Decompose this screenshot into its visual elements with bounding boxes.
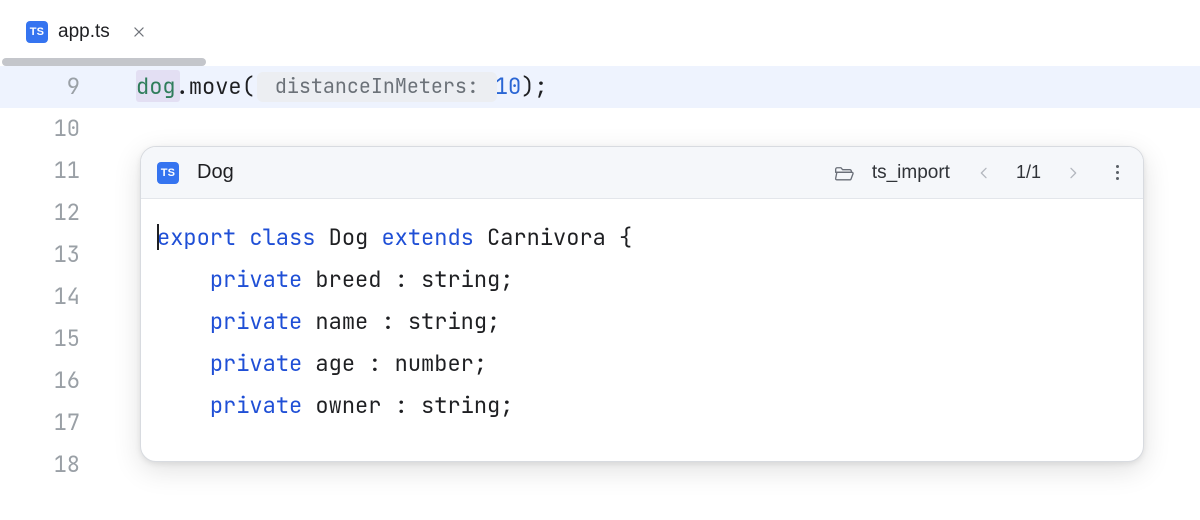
line-number[interactable]: 10 (0, 108, 116, 150)
inlay-hint: distanceInMeters: (257, 72, 497, 102)
line-number[interactable]: 17 (0, 402, 116, 444)
definition-line[interactable]: private breed : string; (157, 259, 1143, 301)
definition-line[interactable]: export class Dog extends Carnivora { (157, 217, 1143, 259)
method-name: move (189, 72, 242, 101)
line-number[interactable]: 16 (0, 360, 116, 402)
tab-bar: app.ts (0, 0, 1200, 58)
definition-line[interactable]: private owner : string; (157, 385, 1143, 427)
popup-title: Dog (197, 161, 234, 184)
definition-counter: 1/1 (1016, 162, 1041, 183)
editor-row[interactable]: 9dog.move( distanceInMeters: 10); (0, 66, 1200, 108)
line-number[interactable]: 9 (0, 66, 116, 108)
more-options-button[interactable] (1101, 157, 1133, 189)
line-number[interactable]: 11 (0, 150, 116, 192)
definition-line[interactable]: private name : string; (157, 301, 1143, 343)
line-content[interactable]: dog.move( distanceInMeters: 10); (116, 66, 1200, 108)
popup-header: Dog ts_import 1/1 (141, 147, 1143, 199)
text-caret (157, 224, 159, 250)
popup-body[interactable]: export class Dog extends Carnivora { pri… (141, 199, 1143, 427)
tab-close-button[interactable] (128, 21, 150, 43)
definition-line[interactable]: private age : number; (157, 343, 1143, 385)
line-content[interactable] (116, 108, 1200, 150)
prev-definition-button[interactable] (968, 157, 1000, 189)
identifier: dog (136, 72, 176, 101)
tabbar-scroll-indicator[interactable] (2, 58, 206, 66)
editor-row[interactable]: 10 (0, 108, 1200, 150)
line-number[interactable]: 14 (0, 276, 116, 318)
number-literal: 10 (495, 72, 521, 101)
ts-file-icon (26, 21, 48, 43)
more-vert-icon (1116, 165, 1119, 180)
line-number[interactable]: 12 (0, 192, 116, 234)
line-number[interactable]: 15 (0, 318, 116, 360)
tab-app-ts[interactable]: app.ts (12, 11, 164, 53)
definition-popup: Dog ts_import 1/1 export class Dog exten… (140, 146, 1144, 462)
popup-location-label[interactable]: ts_import (872, 162, 950, 184)
ts-file-icon (157, 162, 179, 184)
folder-open-icon[interactable] (828, 157, 860, 189)
line-number[interactable]: 13 (0, 234, 116, 276)
line-number[interactable]: 18 (0, 444, 116, 486)
next-definition-button[interactable] (1057, 157, 1089, 189)
tab-filename: app.ts (58, 21, 110, 43)
